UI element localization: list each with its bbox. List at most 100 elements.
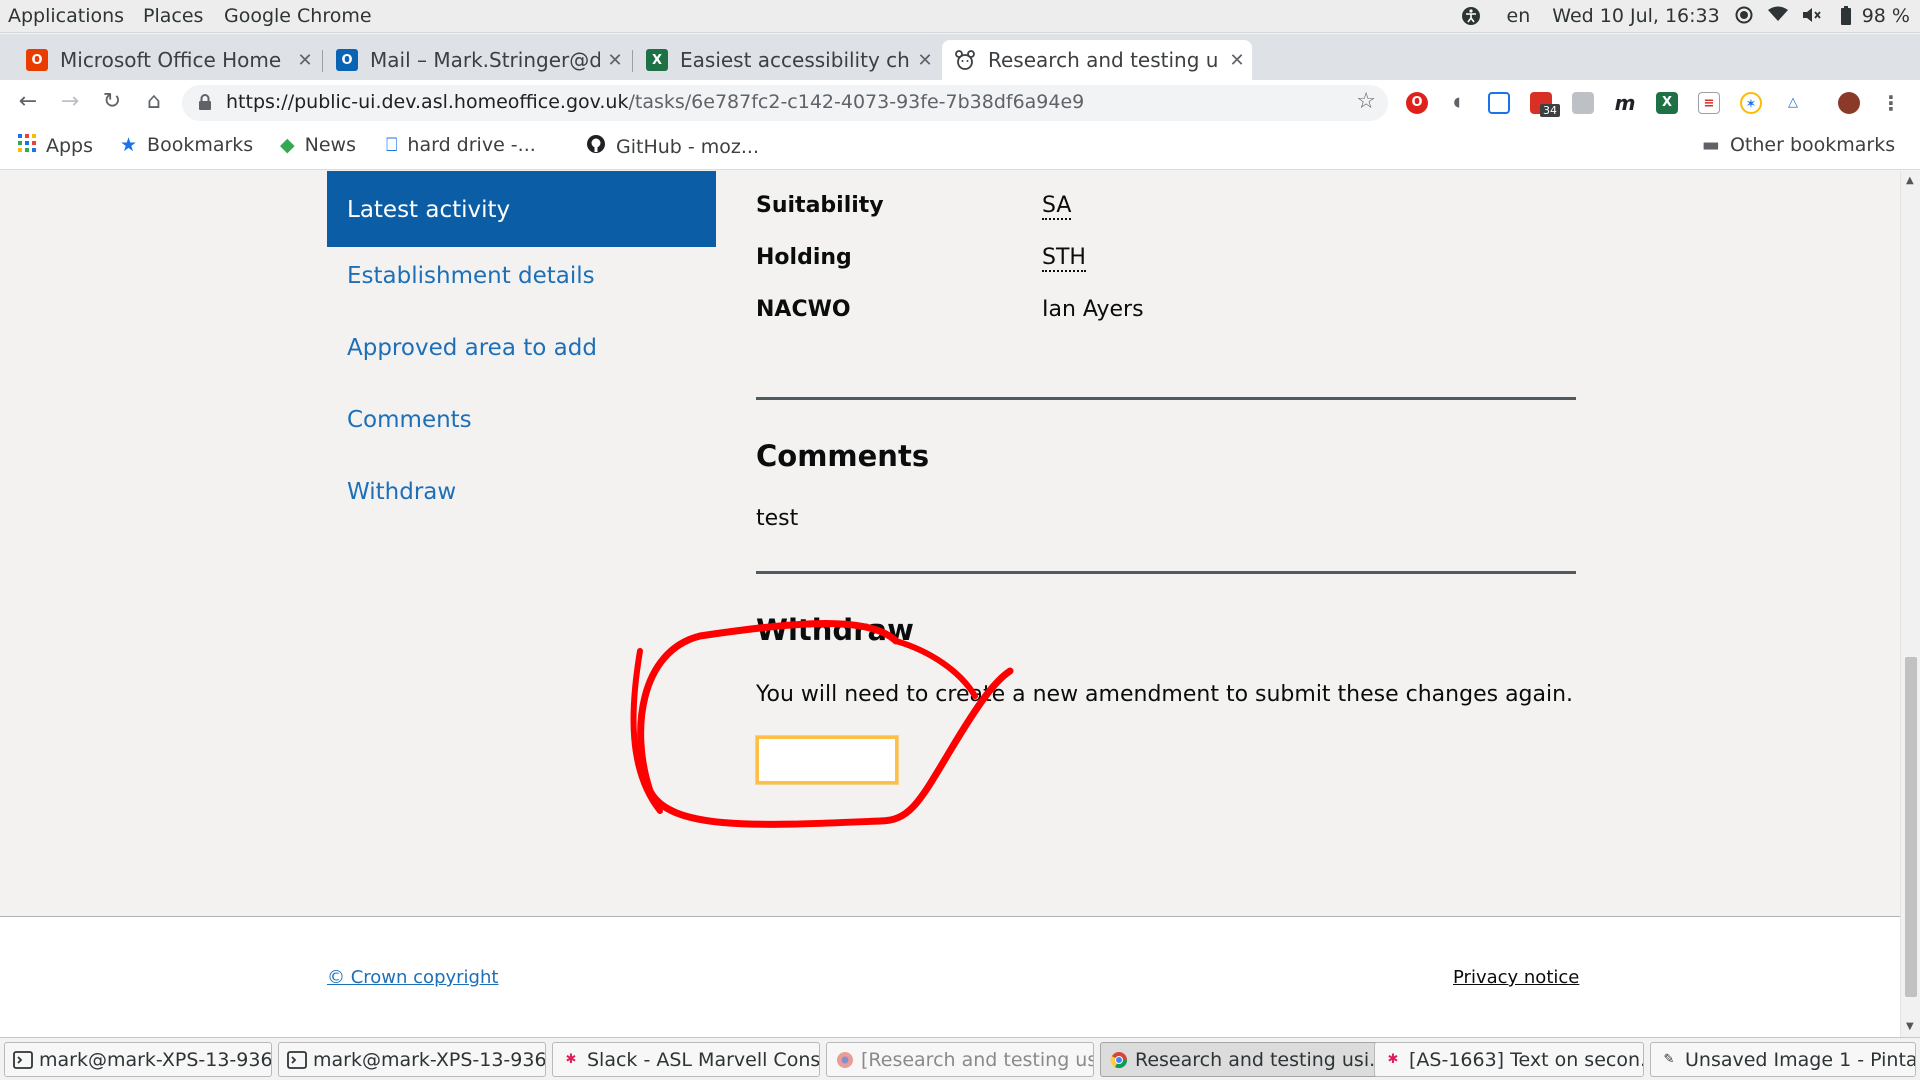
compass-extension-icon[interactable]: ✶ xyxy=(1740,92,1762,114)
terminal-icon xyxy=(13,1050,33,1070)
task-terminal-2[interactable]: mark@mark-XPS-13-936... xyxy=(278,1042,546,1077)
accessibility-icon[interactable] xyxy=(1461,6,1481,26)
bookmark-bookmarks[interactable]: ★ Bookmarks xyxy=(120,134,253,156)
bookmark-hard-drive[interactable]: ⎕ hard drive -... xyxy=(386,134,536,156)
close-icon[interactable]: ✕ xyxy=(910,50,940,71)
detail-value: STH xyxy=(1042,245,1086,272)
bookmark-apps[interactable]: Apps xyxy=(18,134,93,157)
crown-copyright-link[interactable]: © Crown copyright xyxy=(327,967,498,988)
office-icon: O xyxy=(26,49,48,71)
nav-establishment-details[interactable]: Establishment details xyxy=(347,247,716,319)
task-slack[interactable]: ✱ Slack - ASL Marvell Cons... xyxy=(552,1042,820,1077)
apps-grid-icon xyxy=(18,134,36,157)
nav-comments[interactable]: Comments xyxy=(347,391,716,463)
pinta-icon: ✎ xyxy=(1663,1052,1675,1067)
triangle-extension-icon[interactable]: △ xyxy=(1782,92,1804,114)
detail-term: Holding xyxy=(756,245,852,270)
battery-percent: 98 % xyxy=(1861,5,1910,27)
bookmark-other[interactable]: ▬ Other bookmarks xyxy=(1702,134,1895,156)
chat-extension-icon[interactable] xyxy=(1572,92,1594,114)
slack-icon: ✱ xyxy=(1387,1052,1399,1067)
red-annotation-scribble xyxy=(630,620,1014,828)
nav-withdraw[interactable]: Withdraw xyxy=(347,463,716,535)
battery-icon[interactable] xyxy=(1836,6,1856,26)
scroll-up-icon[interactable]: ▲ xyxy=(1906,175,1914,186)
excel-icon: X xyxy=(646,49,668,71)
outlook-icon: O xyxy=(336,49,358,71)
forward-icon[interactable]: → xyxy=(56,89,84,114)
reload-icon[interactable]: ↻ xyxy=(98,89,126,114)
animal-icon xyxy=(954,49,976,71)
scroll-down-icon[interactable]: ▼ xyxy=(1906,1021,1914,1032)
withdraw-heading: Withdraw xyxy=(756,613,914,647)
record-icon xyxy=(1734,6,1754,26)
section-divider xyxy=(756,571,1576,574)
task-label: mark@mark-XPS-13-936... xyxy=(313,1048,546,1071)
excel-extension-icon[interactable]: X xyxy=(1656,92,1678,114)
withdraw-button[interactable] xyxy=(756,736,898,784)
bookmark-label: News xyxy=(304,134,356,156)
privacy-notice-link[interactable]: Privacy notice xyxy=(1453,967,1579,988)
lock-icon[interactable] xyxy=(198,93,212,111)
detail-term: Suitability xyxy=(756,193,884,218)
bookmark-news[interactable]: ◆ News xyxy=(280,134,356,156)
home-icon[interactable]: ⌂ xyxy=(140,89,168,114)
task-label: mark@mark-XPS-13-936... xyxy=(39,1048,272,1071)
clock[interactable]: Wed 10 Jul, 16:33 xyxy=(1552,5,1719,27)
tab-office[interactable]: O Microsoft Office Home ✕ xyxy=(14,40,320,80)
task-jira[interactable]: ✱ [AS-1663] Text on secon... xyxy=(1374,1042,1644,1077)
places-menu[interactable]: Places xyxy=(143,5,203,27)
slack-icon: ✱ xyxy=(565,1052,577,1067)
url-host: https://public-ui.dev.asl.homeoffice.gov… xyxy=(226,91,629,113)
tab-label: Easiest accessibility ch xyxy=(680,48,910,72)
google-chrome-menu[interactable]: Google Chrome xyxy=(224,5,372,27)
wifi-icon[interactable] xyxy=(1767,6,1788,26)
task-label: [AS-1663] Text on secon... xyxy=(1409,1048,1644,1071)
bookmark-github[interactable]: GitHub - moz... xyxy=(586,134,759,159)
close-icon[interactable]: ✕ xyxy=(290,50,320,71)
tab-separator xyxy=(632,50,633,72)
speaker-extension-icon[interactable]: ◖ xyxy=(1446,92,1468,114)
back-icon[interactable]: ← xyxy=(14,89,42,114)
page-scrollbar[interactable]: ▲ ▼ xyxy=(1900,171,1920,1037)
close-icon[interactable]: ✕ xyxy=(600,50,630,71)
address-bar[interactable]: https://public-ui.dev.asl.homeoffice.gov… xyxy=(182,85,1388,121)
tab-strip: O Microsoft Office Home ✕ O Mail – Mark.… xyxy=(0,34,1920,104)
task-label: Research and testing usi... xyxy=(1135,1048,1378,1071)
file-icon: ⎕ xyxy=(386,134,398,156)
section-divider xyxy=(756,397,1576,400)
browser-toolbar: ← → ↻ ⌂ https://public-ui.dev.asl.homeof… xyxy=(0,80,1920,126)
task-terminal-1[interactable]: mark@mark-XPS-13-936... xyxy=(4,1042,272,1077)
screen-extension-icon[interactable] xyxy=(1488,92,1510,114)
task-label: [Research and testing us... xyxy=(861,1048,1094,1071)
star-icon: ★ xyxy=(120,134,138,156)
bookmark-star-icon[interactable]: ☆ xyxy=(1356,89,1376,114)
tab-research[interactable]: Research and testing u ✕ xyxy=(942,40,1252,80)
nav-approved-area[interactable]: Approved area to add xyxy=(347,319,716,391)
scroll-thumb[interactable] xyxy=(1905,657,1917,997)
bookmark-label: hard drive -... xyxy=(407,134,536,156)
profile-avatar[interactable] xyxy=(1838,92,1860,114)
tab-excel[interactable]: X Easiest accessibility ch ✕ xyxy=(634,40,940,80)
m-extension-icon[interactable]: m xyxy=(1614,92,1636,114)
task-label: Slack - ASL Marvell Cons... xyxy=(587,1048,820,1071)
news-icon: ◆ xyxy=(280,134,295,156)
tab-label: Mail – Mark.Stringer@d xyxy=(370,48,600,72)
task-pinta[interactable]: ✎ Unsaved Image 1 - Pinta xyxy=(1650,1042,1916,1077)
task-chrome-1[interactable]: [Research and testing us... xyxy=(826,1042,1094,1077)
tab-mail[interactable]: O Mail – Mark.Stringer@d ✕ xyxy=(324,40,630,80)
nav-latest-activity[interactable]: Latest activity xyxy=(327,171,716,247)
volume-muted-icon[interactable] xyxy=(1802,6,1822,26)
detail-value: SA xyxy=(1042,193,1072,220)
applications-menu[interactable]: Applications xyxy=(8,5,124,27)
language-indicator[interactable]: en xyxy=(1507,5,1531,27)
close-icon[interactable]: ✕ xyxy=(1222,50,1252,71)
task-chrome-2[interactable]: Research and testing usi... xyxy=(1100,1042,1378,1077)
pdf-extension-icon[interactable]: ≡ xyxy=(1698,92,1720,114)
more-menu-icon[interactable]: ⋮ xyxy=(1880,92,1902,114)
window-list-taskbar: mark@mark-XPS-13-936... mark@mark-XPS-13… xyxy=(0,1037,1920,1080)
terminal-icon xyxy=(287,1050,307,1070)
task-label: Unsaved Image 1 - Pinta xyxy=(1685,1048,1916,1071)
page-footer: © Crown copyright Privacy notice xyxy=(0,916,1900,1037)
opera-extension-icon[interactable]: O xyxy=(1406,92,1428,114)
